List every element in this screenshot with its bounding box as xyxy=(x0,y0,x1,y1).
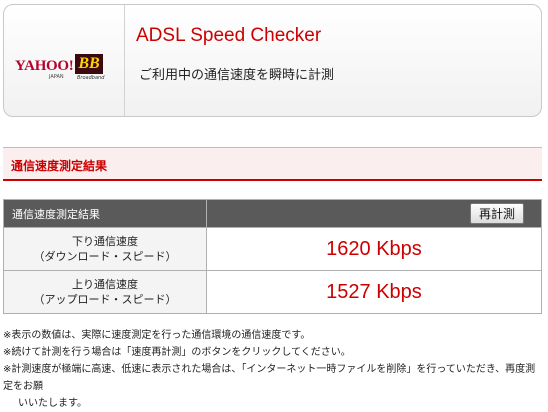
upload-label: 上り通信速度 （アップロード・スピード） xyxy=(3,270,207,314)
retest-button[interactable]: 再計測 xyxy=(469,203,524,224)
results-header-row: 通信速度測定結果 再計測 xyxy=(3,199,542,228)
section-heading-text: 通信速度測定結果 xyxy=(11,159,108,173)
logo-yahoo-text: YAHOO! xyxy=(15,58,74,74)
logo-area: YAHOO! JAPAN BB Broadband xyxy=(4,5,125,116)
note-2: ※続けて計測を行う場合は「速度再計測」のボタンをクリックしてください。 xyxy=(3,347,351,358)
note-3-continued: いいたします。 xyxy=(18,398,87,409)
upload-row: 上り通信速度 （アップロード・スピード） 1527 Kbps xyxy=(3,270,542,314)
download-label-line1: 下り通信速度 xyxy=(72,235,138,248)
logo-bb-mark: BB xyxy=(75,54,103,74)
download-label-line2: （ダウンロード・スピード） xyxy=(33,250,177,263)
results-header-actions: 再計測 xyxy=(206,199,542,228)
download-row: 下り通信速度 （ダウンロード・スピード） 1620 Kbps xyxy=(3,227,542,271)
upload-label-line2: （アップロード・スピード） xyxy=(33,293,177,306)
logo-japan-text: JAPAN xyxy=(49,74,64,80)
yahoo-bb-logo: YAHOO! JAPAN BB Broadband xyxy=(15,54,119,82)
notes: ※表示の数値は、実際に速度測定を行った通信環境の通信速度です。 ※続けて計測を行… xyxy=(3,327,543,412)
download-speed-value: 1620 Kbps xyxy=(206,227,542,271)
upload-label-line1: 上り通信速度 xyxy=(72,278,138,291)
download-label: 下り通信速度 （ダウンロード・スピード） xyxy=(3,227,207,271)
results-header-label: 通信速度測定結果 xyxy=(3,199,207,228)
note-3: ※計測速度が極端に高速、低速に表示された場合は、「インターネット一時ファイルを削… xyxy=(3,364,536,392)
page-subtitle: ご利用中の通信速度を瞬時に計測 xyxy=(139,68,335,83)
results-table: 通信速度測定結果 再計測 下り通信速度 （ダウンロード・スピード） 1620 K… xyxy=(3,199,542,314)
section-heading: 通信速度測定結果 xyxy=(3,147,542,181)
note-1: ※表示の数値は、実際に速度測定を行った通信環境の通信速度です。 xyxy=(3,330,311,341)
logo-broadband-text: Broadband xyxy=(77,75,105,81)
header-panel: YAHOO! JAPAN BB Broadband ADSL Speed Che… xyxy=(3,4,542,117)
page-title: ADSL Speed Checker xyxy=(136,25,322,46)
upload-speed-value: 1527 Kbps xyxy=(206,270,542,314)
